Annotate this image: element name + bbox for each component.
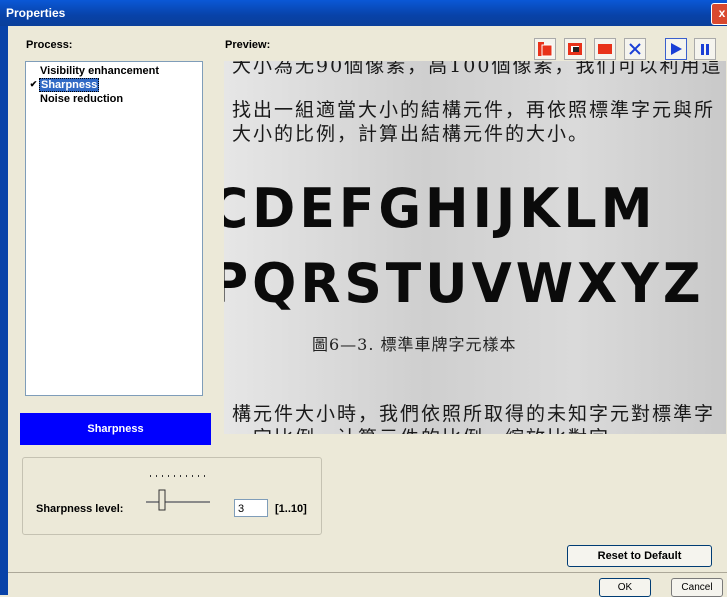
cross-icon: [629, 43, 641, 55]
process-item-sharpness[interactable]: ✔ Sharpness: [28, 78, 198, 92]
preview-label: Preview:: [225, 39, 271, 51]
window-icon: [568, 43, 582, 55]
preview-text-line: 找出一組適當大小的結構元件，再依照標準字元與所: [232, 99, 716, 121]
overlay-button[interactable]: [534, 38, 556, 60]
pause-button[interactable]: [694, 38, 716, 60]
checkbox[interactable]: [28, 92, 39, 104]
slider-track[interactable]: [146, 501, 210, 503]
sharpness-slider[interactable]: [146, 472, 210, 512]
overlay-icon: [538, 42, 553, 57]
close-button[interactable]: x: [711, 3, 727, 25]
preview-text-line: 構元件大小時，我們依照所取得的未知字元對標準字: [232, 403, 716, 425]
ok-button[interactable]: OK: [599, 578, 651, 597]
title-bar: Properties x: [0, 0, 727, 26]
process-item-label: Noise reduction: [40, 93, 124, 105]
preview-text-line: 大小為无90個像素，高100個像素，我们可以利用這: [232, 61, 723, 77]
preview-letters-row: PQRSTUVWXYZ: [224, 252, 705, 316]
window-title: Properties: [6, 6, 66, 20]
stop-button[interactable]: [594, 38, 616, 60]
process-list[interactable]: Visibility enhancement ✔ Sharpness Noise …: [25, 61, 203, 396]
sharpness-button[interactable]: Sharpness: [20, 413, 211, 445]
slider-thumb[interactable]: [158, 489, 166, 511]
cancel-button[interactable]: Cancel: [671, 578, 723, 597]
window-button[interactable]: [564, 38, 586, 60]
process-item-visibility[interactable]: Visibility enhancement: [28, 64, 198, 78]
window-frame: [0, 26, 8, 595]
preview-letters-row: CDEFGHIJKLM: [224, 177, 657, 241]
checkmark-icon[interactable]: ✔: [28, 78, 39, 90]
process-label: Process:: [26, 39, 73, 51]
play-icon: [671, 43, 682, 55]
divider: [8, 572, 727, 573]
checkbox[interactable]: [28, 64, 39, 76]
sharpness-level-input[interactable]: 3: [234, 499, 268, 517]
remove-button[interactable]: [624, 38, 646, 60]
slider-ticks: [150, 475, 205, 477]
preview-image: 大小為无90個像素，高100個像素，我们可以利用這 找出一組適當大小的結構元件，…: [224, 61, 726, 434]
sharpness-level-label: Sharpness level:: [36, 503, 124, 515]
preview-caption: 圖6—3. 標準車牌字元樣本: [312, 335, 517, 354]
preview-text-line: 大小的比例，計算出結構元件的大小。: [232, 123, 590, 145]
stop-icon: [598, 44, 612, 54]
sharpness-range-label: [1..10]: [275, 503, 307, 515]
process-item-label: Visibility enhancement: [40, 65, 160, 77]
pause-icon: [701, 44, 709, 55]
process-item-noise[interactable]: Noise reduction: [28, 92, 198, 106]
process-item-label: Sharpness: [39, 78, 100, 92]
play-button[interactable]: [665, 38, 687, 60]
reset-to-default-button[interactable]: Reset to Default: [567, 545, 712, 567]
preview-text-line: …定比例，计算元件的比例，縮放比對字: [232, 423, 610, 434]
